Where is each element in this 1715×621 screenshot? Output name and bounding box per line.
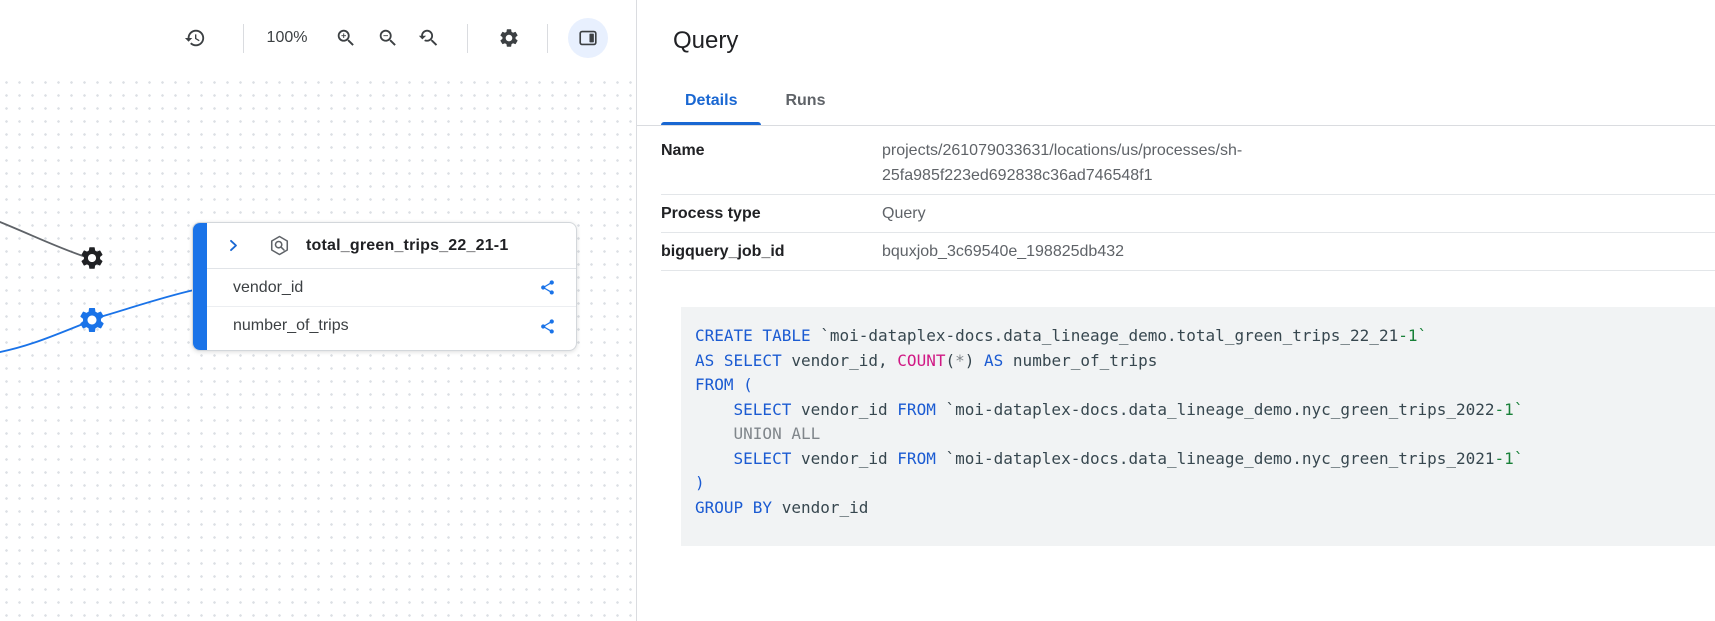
field-label: vendor_id <box>233 279 303 297</box>
bigquery-icon <box>268 234 291 257</box>
node-header[interactable]: total_green_trips_22_21-1 <box>207 223 576 269</box>
property-row-process-type: Process type Query <box>661 195 1715 233</box>
toolbar-divider <box>243 24 244 53</box>
node-title: total_green_trips_22_21-1 <box>306 237 508 255</box>
property-label: Name <box>661 138 882 163</box>
zoom-in-button[interactable] <box>326 18 366 58</box>
node-accent-bar <box>193 223 207 350</box>
zoom-reset-button[interactable] <box>408 18 448 58</box>
node-field-vendor-id[interactable]: vendor_id <box>207 269 576 307</box>
zoom-out-icon <box>377 27 399 49</box>
history-icon <box>184 27 206 49</box>
property-value: bquxjob_3c69540e_198825db432 <box>882 239 1124 264</box>
chevron-right-icon[interactable] <box>225 237 242 254</box>
panel-tabs: Details Runs <box>637 76 1715 126</box>
property-value: projects/261079033631/locations/us/proce… <box>882 138 1447 188</box>
zoom-out-button[interactable] <box>368 18 408 58</box>
history-button[interactable] <box>175 18 215 58</box>
property-row-name: Name projects/261079033631/locations/us/… <box>661 126 1715 195</box>
lineage-canvas[interactable]: 100% <box>0 0 637 621</box>
data-lineage-app: 100% <box>0 0 1715 621</box>
property-table: Name projects/261079033631/locations/us/… <box>637 126 1715 271</box>
property-value: Query <box>882 201 926 226</box>
zoom-in-icon <box>335 27 357 49</box>
side-panel-icon <box>577 27 599 49</box>
details-panel: Query Details Runs Name projects/2610790… <box>637 0 1715 621</box>
process-node-gear[interactable] <box>79 245 106 272</box>
zoom-level-label: 100% <box>267 29 308 47</box>
lineage-share-icon[interactable] <box>539 279 556 296</box>
sql-code: CREATE TABLE `moi-dataplex-docs.data_lin… <box>695 324 1691 520</box>
toggle-side-panel-button[interactable] <box>568 18 608 58</box>
toolbar-divider <box>467 24 468 53</box>
property-label: bigquery_job_id <box>661 239 882 264</box>
field-label: number_of_trips <box>233 317 349 335</box>
canvas-toolbar: 100% <box>0 0 636 76</box>
tab-runs[interactable]: Runs <box>761 76 849 125</box>
settings-button[interactable] <box>489 18 529 58</box>
gear-icon <box>77 305 107 335</box>
lineage-table-node[interactable]: total_green_trips_22_21-1 vendor_id numb… <box>192 222 577 351</box>
gear-icon <box>498 27 520 49</box>
sql-query-block: CREATE TABLE `moi-dataplex-docs.data_lin… <box>681 307 1715 546</box>
lineage-share-icon[interactable] <box>539 318 556 335</box>
tab-details[interactable]: Details <box>661 76 761 125</box>
gear-icon <box>79 245 106 272</box>
property-row-bigquery-job-id: bigquery_job_id bquxjob_3c69540e_198825d… <box>661 233 1715 271</box>
zoom-reset-icon <box>417 27 439 49</box>
process-node-gear-selected[interactable] <box>77 305 107 335</box>
node-field-number-of-trips[interactable]: number_of_trips <box>207 307 576 345</box>
property-label: Process type <box>661 201 882 226</box>
panel-title: Query <box>637 0 1715 56</box>
toolbar-divider <box>547 24 548 53</box>
